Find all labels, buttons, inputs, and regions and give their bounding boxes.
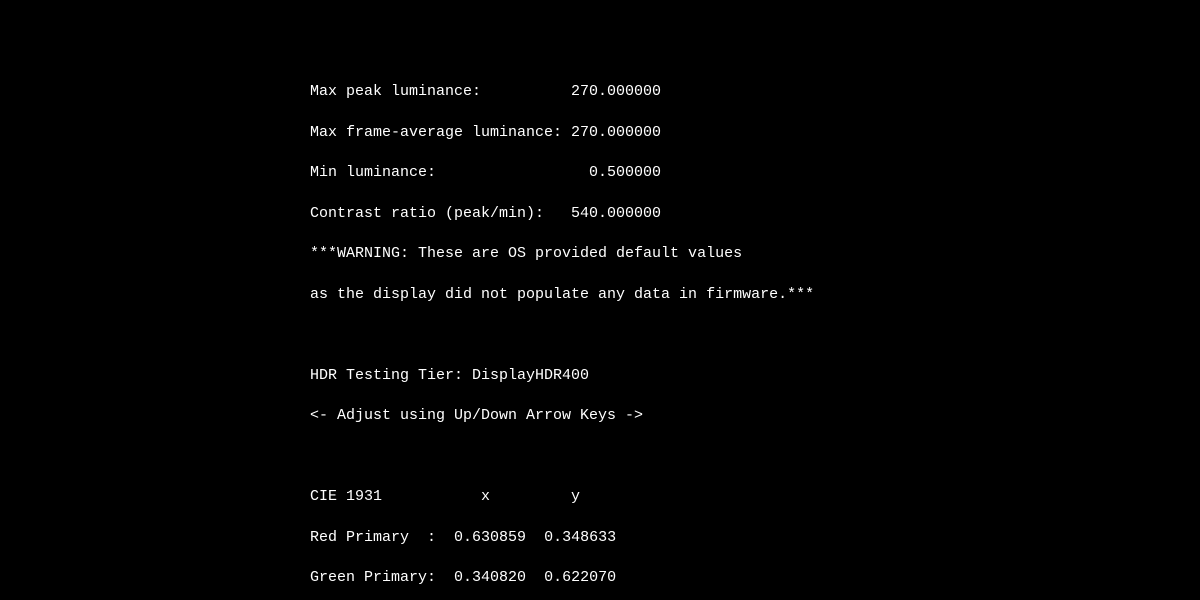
blank-line bbox=[310, 325, 1200, 345]
cie-red: Red Primary : 0.630859 0.348633 bbox=[310, 528, 1200, 548]
blank-line bbox=[310, 447, 1200, 467]
value: 540.000000 bbox=[571, 205, 661, 222]
warning-line-2: as the display did not populate any data… bbox=[310, 285, 1200, 305]
value: 270.000000 bbox=[571, 124, 661, 141]
y-value: 0.348633 bbox=[544, 529, 616, 546]
label: Green Primary: bbox=[310, 569, 454, 586]
line-hdr-tier: HDR Testing Tier: DisplayHDR400 bbox=[310, 366, 1200, 386]
value: 0.500000 bbox=[589, 164, 661, 181]
label: Red Primary : bbox=[310, 529, 454, 546]
x-value: 0.630859 bbox=[454, 529, 526, 546]
line-max-peak: Max peak luminance: 270.000000 bbox=[310, 82, 1200, 102]
x-value: 0.340820 bbox=[454, 569, 526, 586]
cie-green: Green Primary: 0.340820 0.622070 bbox=[310, 568, 1200, 588]
terminal-output: Max peak luminance: 270.000000 Max frame… bbox=[0, 0, 1200, 600]
line-adjust-hint: <- Adjust using Up/Down Arrow Keys -> bbox=[310, 406, 1200, 426]
line-min-luminance: Min luminance: 0.500000 bbox=[310, 163, 1200, 183]
line-contrast: Contrast ratio (peak/min): 540.000000 bbox=[310, 204, 1200, 224]
line-max-frame: Max frame-average luminance: 270.000000 bbox=[310, 123, 1200, 143]
label: Min luminance: bbox=[310, 164, 589, 181]
label: Max peak luminance: bbox=[310, 83, 571, 100]
cie-header: CIE 1931 x y bbox=[310, 487, 1200, 507]
label: Max frame-average luminance: bbox=[310, 124, 571, 141]
warning-line-1: ***WARNING: These are OS provided defaul… bbox=[310, 244, 1200, 264]
label: Contrast ratio (peak/min): bbox=[310, 205, 571, 222]
label: HDR Testing Tier: bbox=[310, 367, 472, 384]
y-value: 0.622070 bbox=[544, 569, 616, 586]
value: DisplayHDR400 bbox=[472, 367, 589, 384]
value: 270.000000 bbox=[571, 83, 661, 100]
